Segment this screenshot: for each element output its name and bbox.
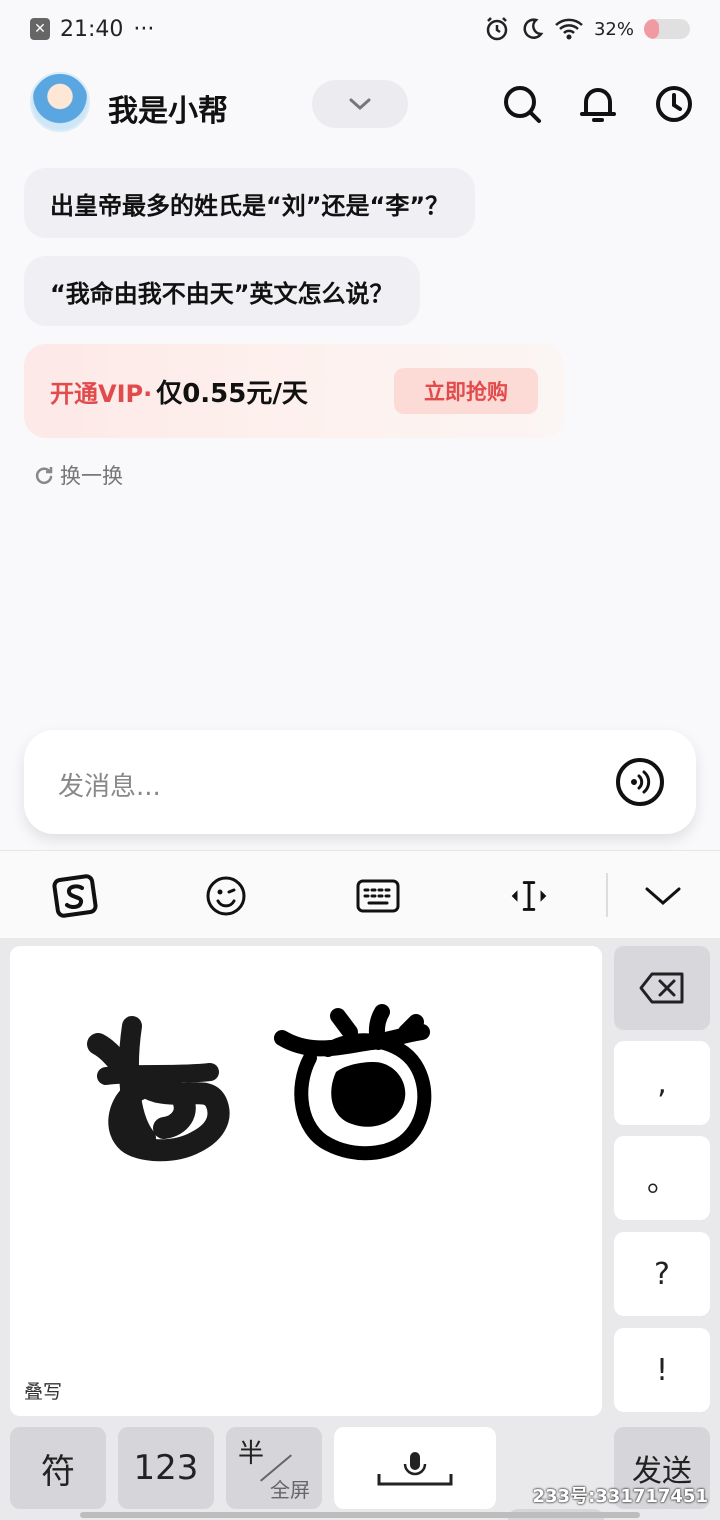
- collapse-keyboard-button[interactable]: [638, 871, 688, 921]
- keyboard-switch-button[interactable]: [353, 871, 403, 921]
- status-right: 32%: [484, 16, 690, 42]
- handwriting-pad[interactable]: 叠写: [10, 946, 602, 1416]
- assistant-name: 我是小帮: [108, 94, 228, 129]
- watermark: 233号:331717451: [532, 1486, 709, 1507]
- symbol-key[interactable]: 符: [10, 1427, 106, 1509]
- keyboard-icon: [356, 879, 400, 913]
- smiley-icon: [206, 876, 246, 916]
- space-key[interactable]: [334, 1427, 496, 1509]
- number-key[interactable]: 123: [118, 1427, 214, 1509]
- battery-percent: 32%: [593, 18, 634, 40]
- refresh-icon: [35, 467, 53, 484]
- bell-icon[interactable]: [576, 82, 620, 126]
- history-icon[interactable]: [652, 82, 696, 126]
- model-dropdown[interactable]: [312, 80, 408, 128]
- wifi-icon: [555, 18, 583, 40]
- exclamation-key[interactable]: !: [614, 1328, 710, 1412]
- app-header: 我是小帮: [0, 66, 720, 146]
- message-input[interactable]: 发消息...: [24, 730, 696, 834]
- refresh-suggestions-button[interactable]: 换一换: [34, 460, 123, 490]
- avatar[interactable]: [30, 72, 90, 132]
- microphone-icon: [377, 1452, 453, 1486]
- delete-key[interactable]: [614, 946, 710, 1030]
- question-mark-key[interactable]: ?: [614, 1232, 710, 1316]
- stacked-writing-label: 叠写: [24, 1381, 63, 1403]
- status-dots: ···: [133, 16, 155, 42]
- battery-icon: [644, 19, 690, 39]
- period-key[interactable]: 。: [614, 1136, 710, 1220]
- chevron-down-icon: [645, 887, 681, 905]
- status-bar: ✕ 21:40 ··· 32%: [0, 0, 720, 58]
- comma-key[interactable]: ,: [614, 1041, 710, 1125]
- status-left: ✕ 21:40 ···: [30, 17, 154, 42]
- message-input-placeholder: 发消息...: [58, 772, 161, 802]
- chevron-down-icon: [349, 98, 371, 111]
- vip-label: 开通VIP·: [50, 379, 153, 408]
- moon-icon: [523, 18, 544, 39]
- notification-close-icon: ✕: [30, 18, 50, 40]
- status-time: 21:40: [60, 16, 124, 42]
- keyboard-toolbar: [0, 850, 720, 938]
- suggestion-chip[interactable]: “我命由我不由天”英文怎么说？: [24, 256, 420, 326]
- vip-price: 仅0.55元/天: [156, 378, 308, 409]
- toolbar-divider: [606, 873, 608, 917]
- full-width-label: 全屏: [270, 1478, 310, 1502]
- emoji-button[interactable]: [201, 871, 251, 921]
- vip-promo-card[interactable]: 开通VIP· 仅0.55元/天 立即抢购: [24, 344, 564, 438]
- search-icon[interactable]: [500, 82, 544, 126]
- cursor-move-button[interactable]: [504, 871, 554, 921]
- sound-waves-icon: [631, 770, 651, 794]
- sogou-logo-button[interactable]: [50, 871, 100, 921]
- voice-call-button[interactable]: [616, 758, 664, 806]
- sogou-logo-icon: [52, 874, 98, 918]
- keyboard: 叠写 , 。 ? ! 符 123 半 全屏 中 英 发送 233号:331717…: [0, 938, 720, 1520]
- handwriting-strokes: [87, 1004, 432, 1162]
- half-width-label: 半: [238, 1439, 265, 1469]
- text-cursor-icon: [511, 881, 547, 911]
- battery-fill: [644, 19, 659, 39]
- backspace-icon: [639, 972, 684, 1004]
- suggestion-chip[interactable]: 出皇帝最多的姓氏是“刘”还是“李”？: [24, 168, 476, 238]
- half-full-width-key[interactable]: 半 全屏: [226, 1427, 322, 1509]
- refresh-label: 换一换: [60, 464, 123, 488]
- alarm-icon: [486, 17, 508, 41]
- vip-buy-button[interactable]: 立即抢购: [394, 368, 538, 414]
- gesture-nav-bar[interactable]: [80, 1512, 640, 1518]
